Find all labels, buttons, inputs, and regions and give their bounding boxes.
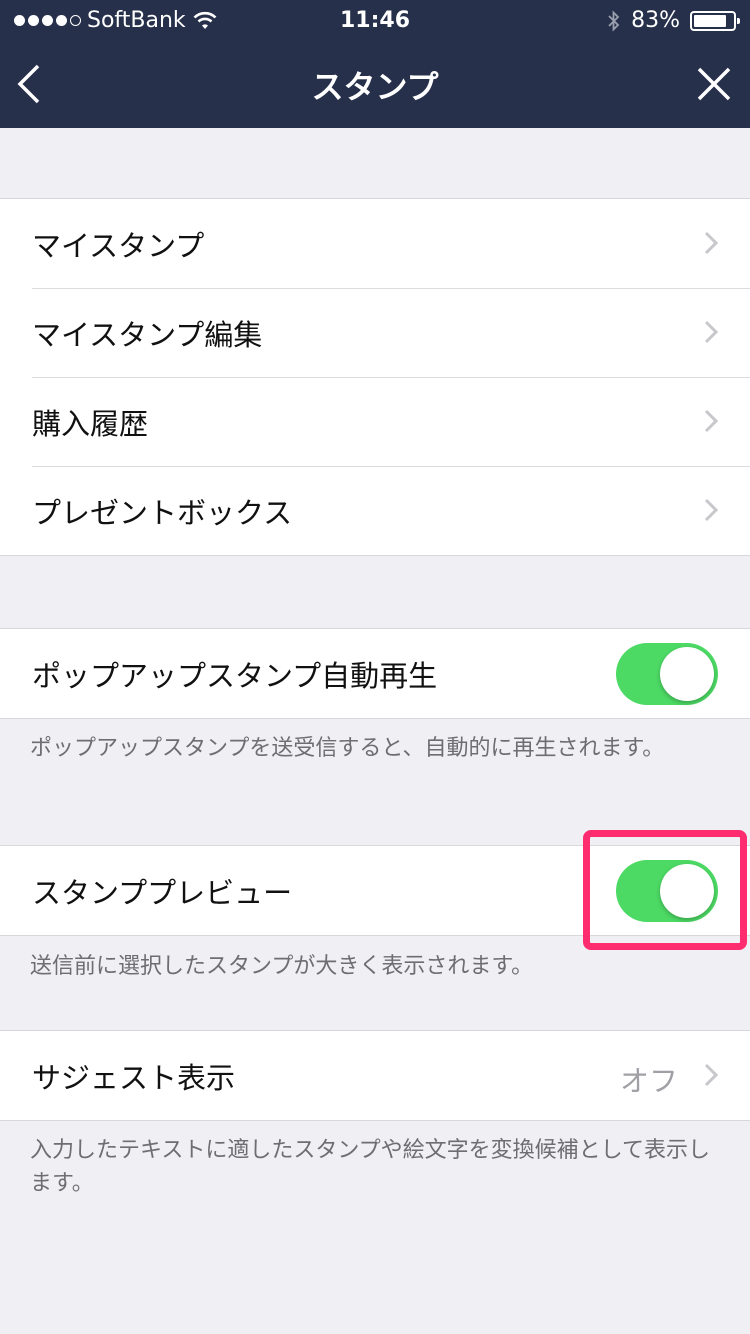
sticker-preview-label: スタンププレビュー [32, 875, 293, 910]
menu-item-label: マイスタンプ [32, 228, 205, 263]
popup-autoplay-label: ポップアップスタンプ自動再生 [32, 658, 438, 693]
menu-item-edit-my-stickers[interactable]: マイスタンプ編集 [0, 288, 750, 377]
chevron-right-icon [704, 409, 718, 433]
sticker-preview-description: 送信前に選択したスタンプが大きく表示されます。 [30, 954, 534, 979]
chevron-right-icon [704, 231, 718, 255]
bluetooth-icon [608, 9, 620, 32]
popup-autoplay-description: ポップアップスタンプを送受信すると、自動的に再生されます。 [30, 736, 665, 761]
battery-fill [694, 14, 726, 27]
popup-autoplay-group: ポップアップスタンプ自動再生 [0, 628, 750, 719]
menu-item-my-stickers[interactable]: マイスタンプ [0, 199, 750, 288]
battery-icon [690, 10, 740, 31]
menu-item-label: プレゼントボックス [32, 495, 293, 530]
menu-item-label: 購入履歴 [32, 406, 149, 441]
suggest-row[interactable]: サジェスト表示 オフ [0, 1031, 750, 1120]
suggest-value: オフ [619, 1064, 678, 1098]
popup-autoplay-row: ポップアップスタンプ自動再生 [0, 629, 750, 718]
menu-item-purchase-history[interactable]: 購入履歴 [0, 377, 750, 466]
status-right: 83% [607, 8, 740, 33]
chevron-right-icon [704, 1063, 718, 1087]
menu-item-present-box[interactable]: プレゼントボックス [0, 466, 750, 555]
toggle-knob [660, 647, 714, 701]
chevron-right-icon [704, 498, 718, 522]
suggest-description: 入力したテキストに適したスタンプや絵文字を変換候補として表示します。 [30, 1138, 711, 1196]
header: SoftBank 11:46 83% スタンプ [0, 0, 750, 128]
close-icon[interactable] [696, 66, 732, 102]
menu-item-label: マイスタンプ編集 [32, 317, 263, 352]
popup-autoplay-toggle[interactable] [616, 643, 718, 705]
sticker-menu-group: マイスタンプ マイスタンプ編集 購入履歴 プレゼントボックス [0, 198, 750, 556]
page-title: スタンプ [311, 68, 439, 106]
highlight-box [583, 830, 747, 950]
battery-percent: 83% [631, 8, 680, 33]
status-bar: SoftBank 11:46 83% [0, 0, 750, 40]
suggest-group: サジェスト表示 オフ [0, 1030, 750, 1121]
nav-bar: スタンプ [0, 40, 750, 128]
suggest-label: サジェスト表示 [32, 1060, 236, 1095]
chevron-right-icon [704, 320, 718, 344]
